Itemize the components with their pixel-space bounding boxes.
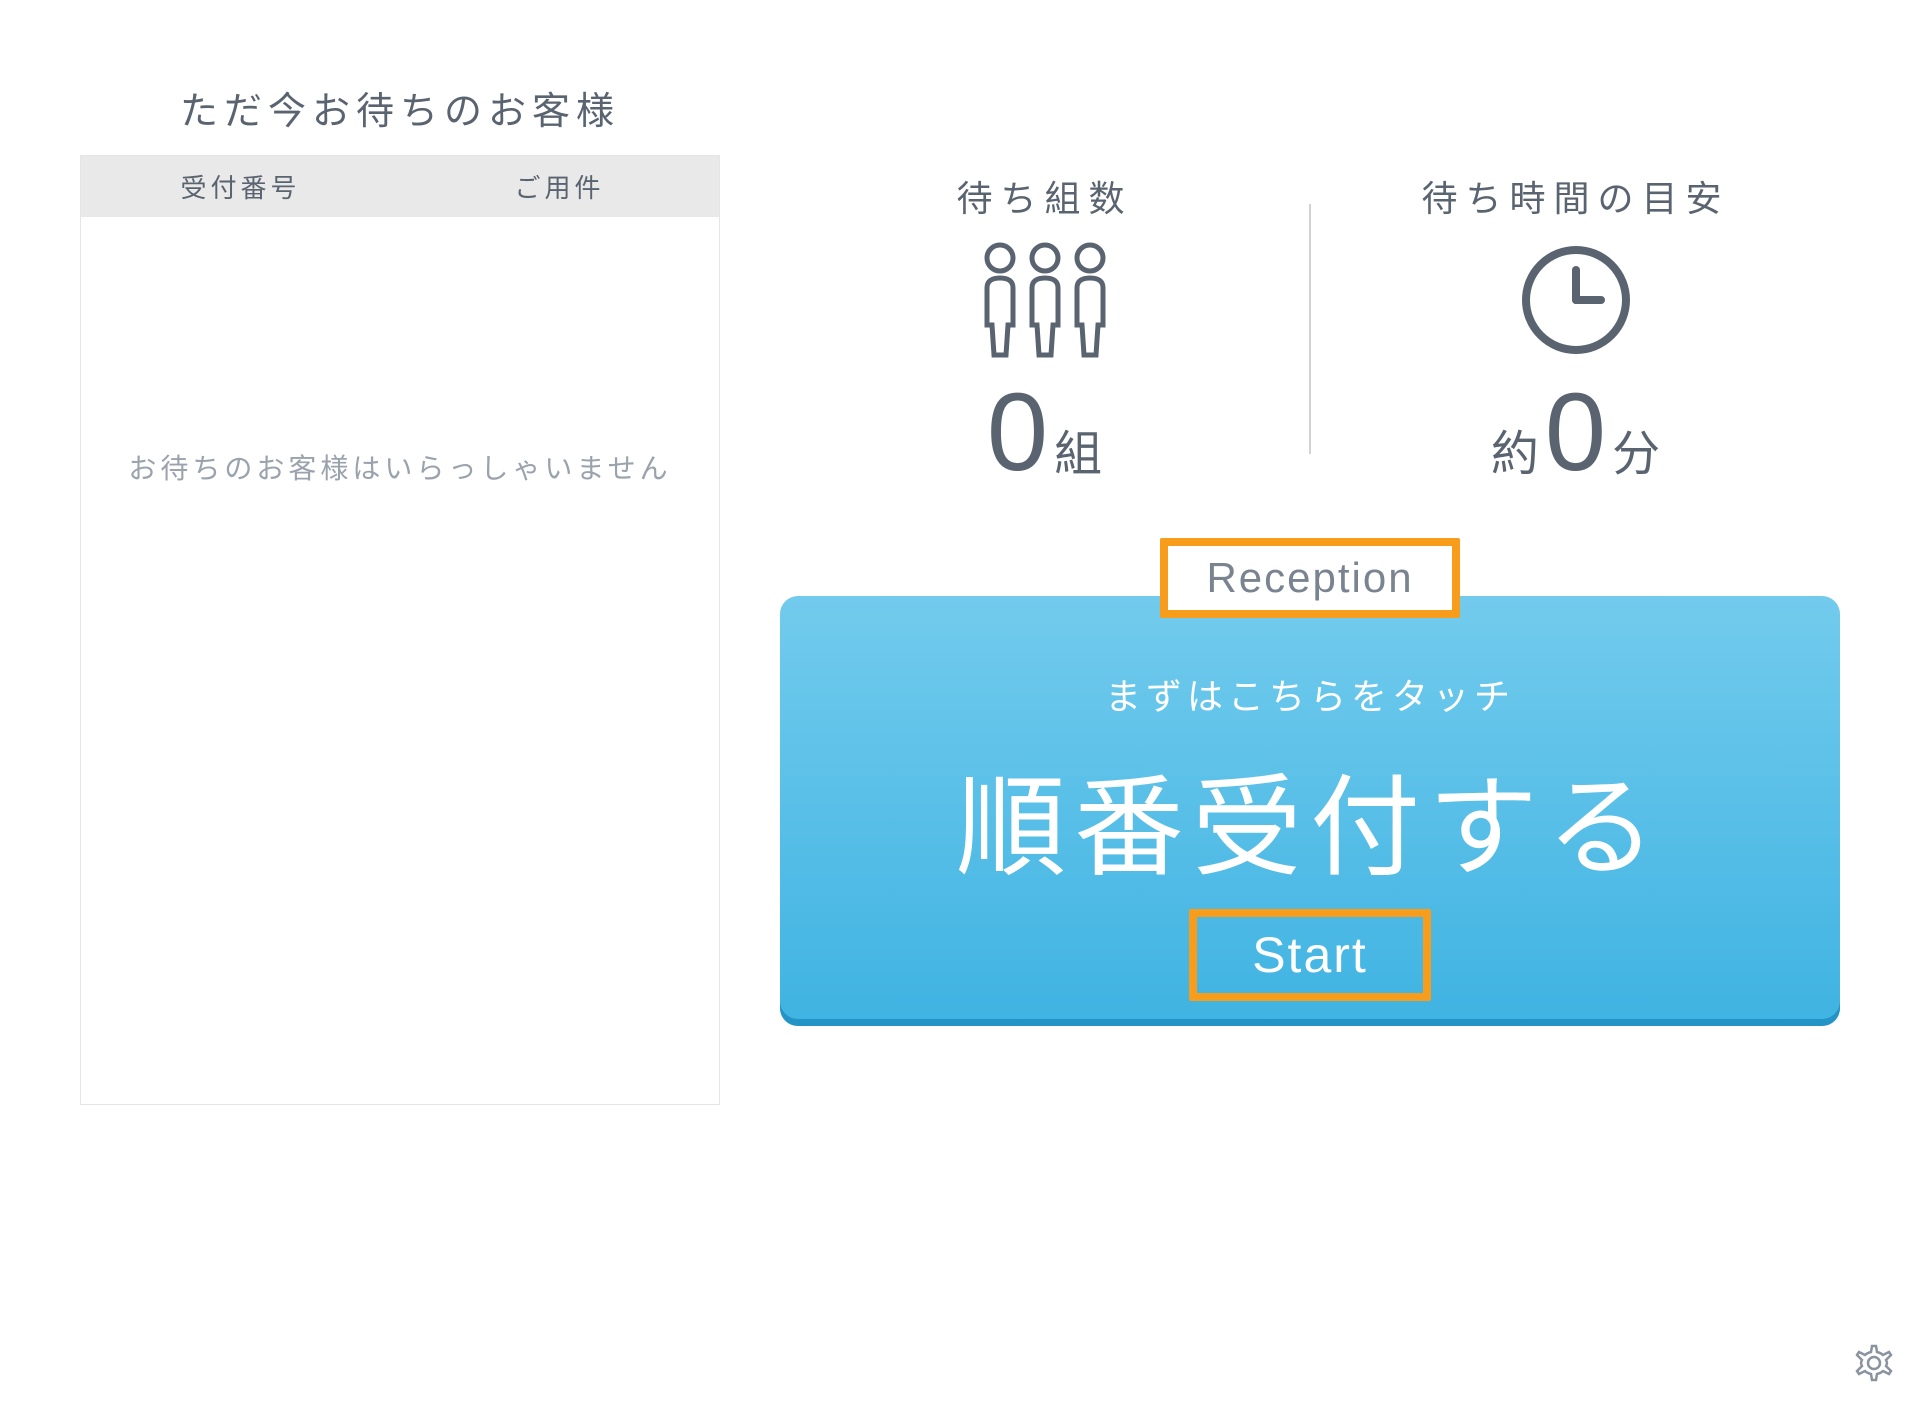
reception-label: Reception — [1160, 538, 1459, 618]
stat-groups: 待ち組数 0 組 — [780, 170, 1309, 488]
start-english-label: Start — [1189, 909, 1431, 1001]
people-icon — [970, 240, 1120, 360]
waiting-list: 受付番号 ご用件 お待ちのお客様はいらっしゃいません — [80, 155, 720, 1105]
stat-groups-unit: 組 — [1054, 414, 1102, 484]
waiting-customers-panel: ただ今お待ちのお客様 受付番号 ご用件 お待ちのお客様はいらっしゃいません — [80, 80, 720, 1105]
start-english-wrap: Start — [1189, 926, 1431, 984]
stat-groups-number: 0 — [987, 378, 1048, 488]
stat-wait-time: 待ち時間の目安 約 0 分 — [1311, 170, 1840, 488]
empty-waiting-message: お待ちのお客様はいらっしゃいません — [128, 447, 671, 487]
waiting-list-header: 受付番号 ご用件 — [81, 156, 719, 217]
col-receipt-number: 受付番号 — [81, 168, 400, 205]
start-reception-button[interactable]: まずはこちらをタッチ 順番受付する Start — [780, 596, 1840, 1026]
stat-groups-value: 0 組 — [987, 378, 1102, 488]
waiting-list-body: お待ちのお客様はいらっしゃいません — [81, 217, 719, 1104]
start-main-text: 順番受付する — [956, 738, 1664, 898]
stat-wait-time-unit: 分 — [1612, 414, 1660, 484]
clock-icon — [1516, 240, 1636, 360]
gear-icon — [1854, 1343, 1894, 1383]
stat-wait-time-label: 待ち時間の目安 — [1421, 170, 1729, 222]
stats-row: 待ち組数 0 組 — [780, 170, 1840, 488]
stat-wait-time-number: 0 — [1545, 378, 1606, 488]
start-hint: まずはこちらをタッチ — [1105, 668, 1515, 720]
waiting-title: ただ今お待ちのお客様 — [80, 80, 720, 135]
stat-wait-time-prefix: 約 — [1491, 414, 1539, 484]
info-panel: 待ち組数 0 組 — [780, 80, 1840, 1105]
stat-wait-time-value: 約 0 分 — [1491, 378, 1660, 488]
stat-groups-label: 待ち組数 — [956, 170, 1132, 222]
settings-button[interactable] — [1850, 1339, 1898, 1387]
col-purpose: ご用件 — [400, 168, 719, 205]
